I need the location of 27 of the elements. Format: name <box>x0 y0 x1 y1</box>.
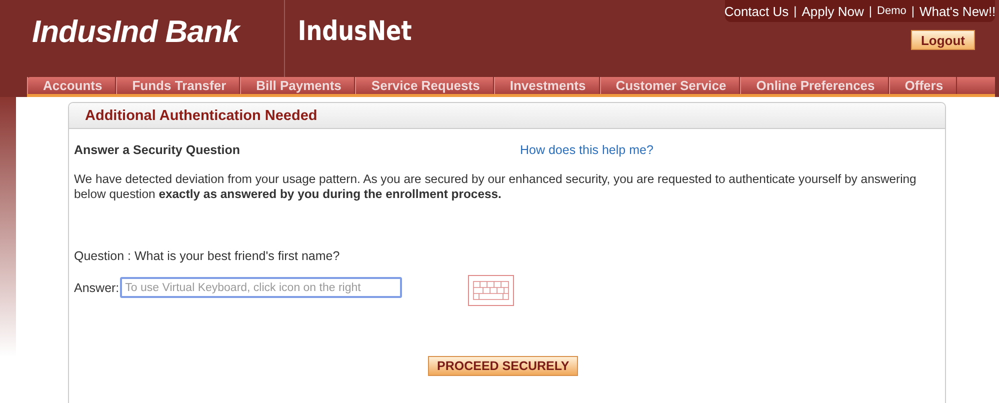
answer-label: Answer: <box>74 281 120 295</box>
proceed-button[interactable]: PROCEED SECURELY <box>428 356 578 376</box>
link-separator: | <box>868 4 872 18</box>
nav-item[interactable]: Online Preferences <box>740 77 889 94</box>
link-separator: | <box>794 4 797 18</box>
message-text: We have detected deviation from your usage pattern. As you are secured by our enhanced security, you are requested to authenticate yourself by answering below question exactly as answered by you during the enrollment process. <box>74 172 918 202</box>
question-text: Question : What is your best friend's first name? <box>74 249 341 263</box>
bank-logo: IndusInd Bank <box>31 13 242 51</box>
nav-item[interactable]: Customer Service <box>600 77 740 94</box>
answer-field[interactable]: To use Virtual Keyboard, click icon on the right <box>120 277 402 298</box>
panel-title: Additional Authentication Needed <box>85 108 318 124</box>
nav-item[interactable]: Investments <box>494 77 600 94</box>
nav-item[interactable]: Funds Transfer <box>116 77 240 94</box>
top-link[interactable]: Demo <box>877 5 906 17</box>
section-title: Answer a Security Question <box>74 143 242 157</box>
help-link[interactable]: How does this help me? <box>520 143 654 157</box>
link-separator: | <box>911 4 914 18</box>
product-name: IndusNet <box>296 15 412 49</box>
nav-item[interactable]: Offers <box>888 77 958 94</box>
top-link[interactable]: What's New!! <box>920 4 996 18</box>
keyboard-icon[interactable] <box>468 275 514 306</box>
nav-item[interactable]: Service Requests <box>355 77 494 94</box>
nav-item[interactable]: Accounts <box>27 77 116 94</box>
top-link[interactable]: Apply Now <box>802 4 864 18</box>
top-link[interactable]: Contact Us <box>724 4 789 18</box>
logout-button[interactable]: Logout <box>910 30 975 50</box>
nav-item[interactable]: Bill Payments <box>240 77 356 94</box>
